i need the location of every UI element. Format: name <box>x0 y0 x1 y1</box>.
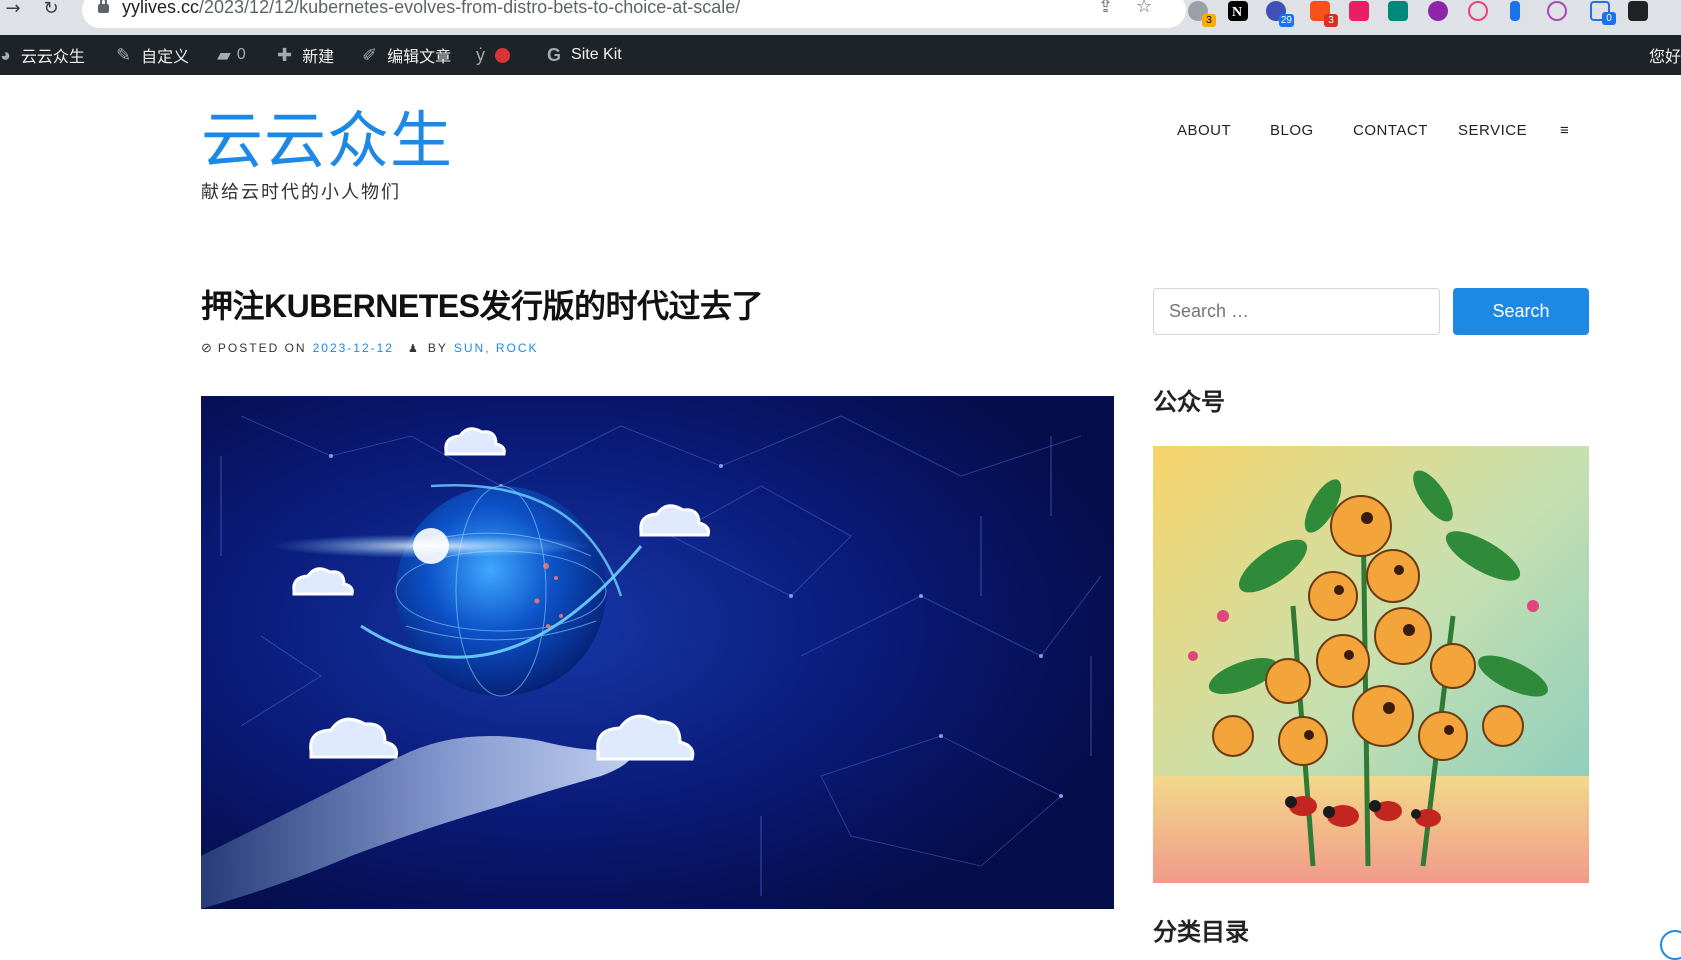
categories-widget-title: 分类目录 <box>1153 918 1249 946</box>
site-title[interactable]: 云云众生 <box>201 106 453 176</box>
dashboard-icon: ◕ <box>0 44 11 65</box>
lock-icon <box>98 0 109 13</box>
extension-icon-11[interactable]: 0 <box>1590 1 1616 25</box>
admin-site-kit[interactable]: G Site Kit <box>547 35 622 75</box>
comment-icon: ▰ <box>217 44 231 65</box>
notion-icon[interactable]: N <box>1228 1 1248 21</box>
admin-comments[interactable]: ▰ 0 <box>217 35 246 75</box>
plus-icon: ✚ <box>277 44 293 65</box>
admin-site-name[interactable]: ◕ 云云众生 <box>0 35 85 75</box>
admin-new[interactable]: ✚ 新建 <box>277 35 334 75</box>
reload-icon[interactable]: ↻ <box>40 0 62 22</box>
openai-icon[interactable] <box>1547 1 1567 21</box>
url-text[interactable]: yylives.cc/2023/12/12/kubernetes-evolves… <box>122 0 740 18</box>
post-date-link[interactable]: 2023-12-12 <box>313 341 394 355</box>
menu-toggle-icon[interactable]: ≡ <box>1560 122 1569 139</box>
brush-icon: ✎ <box>116 44 132 65</box>
search-input[interactable] <box>1153 288 1440 335</box>
link-icon: ⊘ <box>201 340 214 355</box>
search-button[interactable]: Search <box>1453 288 1589 335</box>
yoast-icon: ẏ <box>476 44 485 65</box>
translate-icon[interactable] <box>1349 1 1369 21</box>
extension-icon-7[interactable] <box>1428 1 1448 21</box>
bookmark-star-icon[interactable]: ☆ <box>1136 0 1152 17</box>
author-icon: ♟ <box>407 342 420 355</box>
admin-customize[interactable]: ✎ 自定义 <box>116 35 189 75</box>
recaptcha-badge-icon[interactable] <box>1660 930 1681 960</box>
admin-yoast-seo[interactable]: ẏ <box>476 35 510 75</box>
extension-icon-12[interactable] <box>1628 1 1648 21</box>
post-title: 押注KUBERNETES发行版的时代过去了 <box>201 288 763 324</box>
post-meta: ⊘ POSTED ON 2023-12-12 ♟ BY SUN, ROCK <box>201 340 539 355</box>
back-arrow-icon[interactable]: → <box>2 0 24 22</box>
wp-admin-bar: ◕ 云云众生 ✎ 自定义 ▰ 0 ✚ 新建 ✐ 编辑文章 ẏ G Site Ki… <box>0 35 1681 75</box>
browser-toolbar: → ↻ yylives.cc/2023/12/12/kubernetes-evo… <box>0 0 1681 35</box>
extension-icon-3[interactable]: 29 <box>1266 1 1294 27</box>
wechat-widget-title: 公众号 <box>1153 388 1225 416</box>
google-icon: G <box>547 44 562 65</box>
extension-icon-4[interactable]: 3 <box>1310 1 1338 27</box>
address-bar[interactable]: yylives.cc/2023/12/12/kubernetes-evolves… <box>82 0 1186 28</box>
cloud-extension-icon[interactable] <box>1468 1 1488 21</box>
seo-status-dot <box>495 47 510 63</box>
extension-icon-1[interactable]: 3 <box>1188 1 1216 27</box>
menu-item-about[interactable]: ABOUT <box>1177 122 1231 139</box>
menu-item-service[interactable]: SERVICE <box>1458 122 1527 139</box>
menu-item-contact[interactable]: CONTACT <box>1353 122 1428 139</box>
wechat-account-image <box>1153 446 1589 883</box>
post-author-link[interactable]: SUN, ROCK <box>454 341 539 355</box>
svg-text:N: N <box>1232 5 1242 20</box>
menu-item-blog[interactable]: BLOG <box>1270 122 1314 139</box>
pencil-icon: ✐ <box>362 44 378 65</box>
post-featured-image <box>201 396 1114 909</box>
extension-icon-6[interactable] <box>1388 1 1408 21</box>
share-icon[interactable]: ⇪ <box>1098 0 1113 17</box>
admin-account-greeting[interactable]: 您好 <box>1649 35 1681 75</box>
admin-edit-post[interactable]: ✐ 编辑文章 <box>362 35 451 75</box>
site-tagline: 献给云时代的小人物们 <box>201 182 401 203</box>
extension-icon-9[interactable] <box>1510 1 1520 21</box>
